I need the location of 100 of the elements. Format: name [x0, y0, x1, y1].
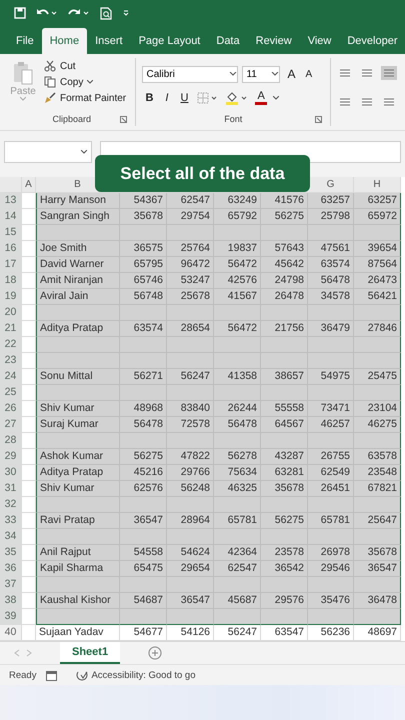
- table-cell: 54558: [120, 545, 167, 561]
- print-preview-icon[interactable]: [100, 6, 112, 20]
- caret-icon: [271, 72, 280, 76]
- underline-button[interactable]: U: [177, 92, 192, 104]
- clipboard-command[interactable]: Format Painter: [42, 91, 128, 105]
- row-header[interactable]: 23: [0, 353, 22, 369]
- table-cell: 56478: [120, 417, 167, 433]
- table-cell: 36547: [167, 593, 214, 609]
- table-cell: 25798: [308, 209, 354, 225]
- table-cell: [354, 433, 401, 449]
- column-header[interactable]: H: [354, 177, 401, 193]
- table-cell: 46257: [308, 417, 354, 433]
- row-header[interactable]: 16: [0, 241, 22, 257]
- row-header[interactable]: 17: [0, 257, 22, 273]
- accessibility-status[interactable]: Accessibility: Good to go: [75, 669, 196, 681]
- row-header[interactable]: 32: [0, 497, 22, 513]
- ribbon-tab[interactable]: Insert: [87, 28, 131, 54]
- increase-font-button[interactable]: A: [284, 67, 298, 81]
- table-cell: 72578: [167, 417, 214, 433]
- table-cell: 63578: [354, 449, 401, 465]
- macro-recording-icon[interactable]: [46, 670, 58, 680]
- table-cell: Harry Manson: [36, 193, 120, 209]
- row-header[interactable]: 30: [0, 465, 22, 481]
- row-header[interactable]: 36: [0, 561, 22, 577]
- table-cell: Joe Smith: [36, 241, 120, 257]
- row-header[interactable]: 38: [0, 593, 22, 609]
- dialog-launcher-icon[interactable]: [315, 116, 322, 122]
- row-header[interactable]: 28: [0, 433, 22, 449]
- table-cell: 46325: [214, 481, 261, 497]
- table-cell: 45642: [261, 257, 308, 273]
- table-cell: 56472: [214, 321, 261, 337]
- row-header[interactable]: 15: [0, 225, 22, 241]
- customize-dropdown-icon[interactable]: [122, 9, 130, 17]
- column-header[interactable]: A: [22, 177, 36, 193]
- row-header[interactable]: 27: [0, 417, 22, 433]
- ribbon-tab[interactable]: Developer: [339, 28, 405, 54]
- row-header[interactable]: 39: [0, 609, 22, 625]
- table-cell: 56748: [120, 289, 167, 305]
- table-cell: 56248: [167, 481, 214, 497]
- sheet-tab[interactable]: Sheet1: [60, 642, 120, 664]
- row-header[interactable]: 33: [0, 513, 22, 529]
- column-header[interactable]: G: [308, 177, 354, 193]
- caret-icon[interactable]: [272, 96, 279, 100]
- row-header[interactable]: 13: [0, 193, 22, 209]
- row-header[interactable]: 40: [0, 625, 22, 641]
- row-header[interactable]: 26: [0, 401, 22, 417]
- font-color-button[interactable]: A: [255, 91, 267, 105]
- table-cell: 21756: [261, 321, 308, 337]
- ribbon-tab[interactable]: Home: [42, 28, 88, 54]
- middle-align-icon[interactable]: [381, 66, 397, 80]
- row-header[interactable]: 14: [0, 209, 22, 225]
- row-header[interactable]: 35: [0, 545, 22, 561]
- row-header[interactable]: 20: [0, 305, 22, 321]
- table-cell: 39654: [354, 241, 401, 257]
- italic-button[interactable]: I: [162, 92, 172, 104]
- row-header[interactable]: 29: [0, 449, 22, 465]
- row-header[interactable]: 19: [0, 289, 22, 305]
- table-cell: [354, 353, 401, 369]
- ribbon-tab[interactable]: View: [300, 28, 340, 54]
- row-header[interactable]: 25: [0, 385, 22, 401]
- dialog-launcher-icon[interactable]: [120, 116, 128, 122]
- table-cell: 56478: [214, 417, 261, 433]
- font-size-field[interactable]: 11: [242, 66, 280, 82]
- row-header[interactable]: 22: [0, 337, 22, 353]
- row-header[interactable]: 31: [0, 481, 22, 497]
- borders-icon[interactable]: [197, 92, 220, 104]
- table-cell: 45687: [214, 593, 261, 609]
- add-sheet-icon[interactable]: [148, 646, 162, 660]
- save-icon[interactable]: [14, 7, 26, 19]
- row-header[interactable]: 18: [0, 273, 22, 289]
- table-cell: 54975: [308, 369, 354, 385]
- row-header[interactable]: 24: [0, 369, 22, 385]
- fill-color-icon[interactable]: [225, 91, 250, 105]
- table-cell: 96472: [167, 257, 214, 273]
- row-header[interactable]: 21: [0, 321, 22, 337]
- group-label: Clipboard: [52, 114, 91, 124]
- bold-button[interactable]: B: [142, 92, 156, 104]
- table-cell: [120, 609, 167, 625]
- ribbon-tab[interactable]: Review: [248, 28, 300, 54]
- ribbon-tab[interactable]: Data: [208, 28, 248, 54]
- font-name-field[interactable]: Calibri: [142, 66, 238, 82]
- ribbon-tab[interactable]: File: [8, 28, 42, 54]
- clipboard-command[interactable]: Copy: [42, 75, 128, 89]
- decrease-font-button[interactable]: A: [302, 68, 316, 80]
- table-cell: 29576: [261, 593, 308, 609]
- clipboard-command[interactable]: Cut: [42, 59, 128, 73]
- row-header[interactable]: 37: [0, 577, 22, 593]
- table-cell: 62549: [308, 465, 354, 481]
- table-cell: [308, 609, 354, 625]
- ribbon-tab[interactable]: Page Layout: [130, 28, 208, 54]
- table-cell: 25764: [167, 241, 214, 257]
- clipboard-icon: [12, 60, 34, 86]
- row-header[interactable]: 34: [0, 529, 22, 545]
- table-cell: 63574: [120, 321, 167, 337]
- table-cell: 55558: [261, 401, 308, 417]
- table-cell: 42364: [214, 545, 261, 561]
- table-cell: 56421: [354, 289, 401, 305]
- table-cell: 48968: [120, 401, 167, 417]
- group-label: Font: [224, 114, 242, 124]
- table-cell: 65781: [214, 513, 261, 529]
